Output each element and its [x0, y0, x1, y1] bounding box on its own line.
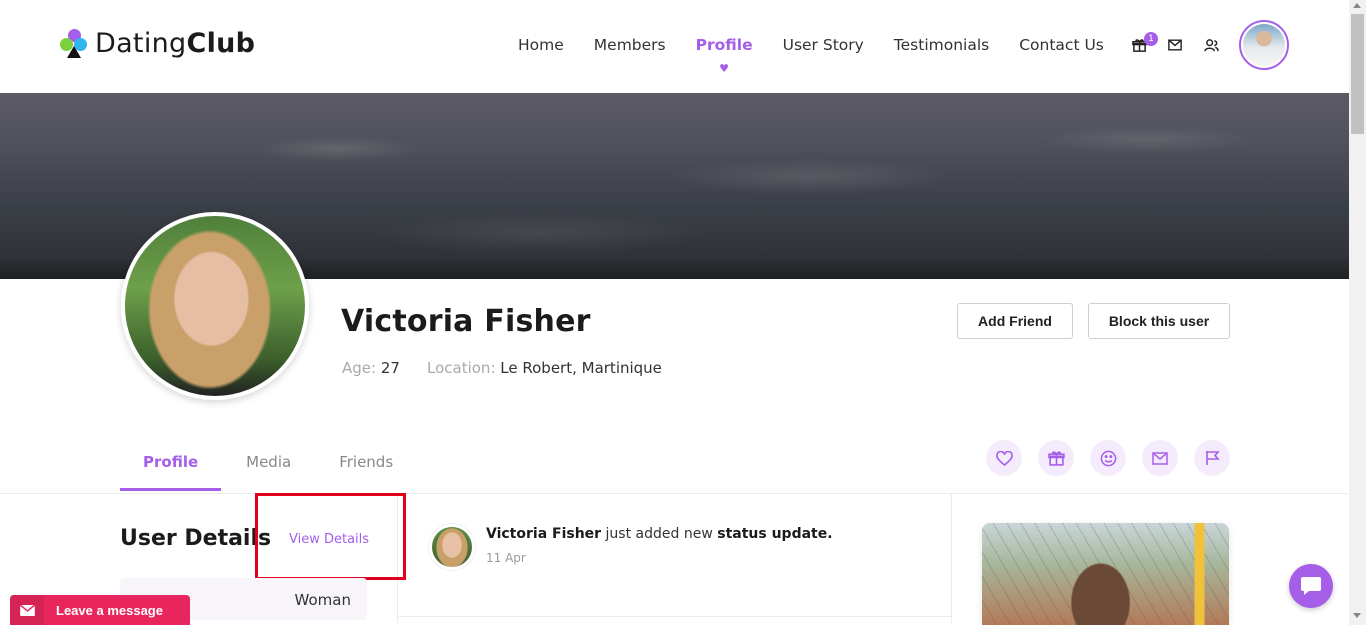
smile-icon[interactable]: [1090, 440, 1126, 476]
nav-active-heart-icon: ♥: [719, 62, 730, 75]
profile-photo: [121, 212, 309, 400]
chat-icon: [1301, 577, 1321, 595]
scroll-up-arrow-icon[interactable]: [1353, 3, 1361, 8]
feed-activity-text: Victoria Fisher just added new status up…: [486, 526, 833, 542]
site-header: DatingClub Home Members Profile ♥ User St…: [0, 0, 1349, 93]
nav-testimonials[interactable]: Testimonials: [894, 36, 989, 54]
envelope-icon: [10, 595, 44, 625]
member-photo-card[interactable]: [982, 523, 1229, 625]
feed-author[interactable]: Victoria Fisher: [486, 526, 601, 542]
tabs-divider: [0, 493, 1349, 494]
logo-text: DatingClub: [95, 28, 256, 59]
nav-user-story[interactable]: User Story: [783, 36, 864, 54]
gender-value: Woman: [294, 591, 351, 609]
column-divider-right: [951, 494, 952, 625]
flag-icon[interactable]: [1194, 440, 1230, 476]
leave-message-button[interactable]: Leave a message: [10, 595, 190, 625]
nav-contact-us[interactable]: Contact Us: [1019, 36, 1104, 54]
mail-icon[interactable]: [1167, 37, 1183, 53]
logo[interactable]: DatingClub: [60, 28, 255, 59]
heart-icon[interactable]: [986, 440, 1022, 476]
feed-avatar[interactable]: [429, 524, 475, 570]
nav-home[interactable]: Home: [518, 36, 564, 54]
page-scrollbar[interactable]: [1349, 0, 1366, 625]
logo-mark-icon: [60, 28, 88, 59]
user-avatar[interactable]: [1239, 20, 1289, 70]
chat-bubble-button[interactable]: [1289, 564, 1333, 608]
profile-name: Victoria Fisher: [341, 304, 591, 339]
profile-age: Age: 27: [342, 359, 400, 377]
highlight-box: [255, 493, 406, 580]
tab-media[interactable]: Media: [223, 450, 314, 491]
profile-location: Location: Le Robert, Martinique: [427, 359, 662, 377]
nav-profile[interactable]: Profile ♥: [696, 36, 753, 75]
block-user-button[interactable]: Block this user: [1088, 303, 1230, 339]
main-nav: Home Members Profile ♥ User Story Testimo…: [518, 36, 1134, 75]
gift-icon[interactable]: [1038, 440, 1074, 476]
scroll-down-arrow-icon[interactable]: [1353, 613, 1361, 618]
feed-date: 11 Apr: [486, 551, 526, 565]
users-icon[interactable]: [1203, 37, 1219, 53]
feed-divider: [398, 616, 951, 617]
gift-count-badge: 1: [1144, 32, 1158, 46]
user-details-title: User Details: [120, 526, 272, 551]
scroll-thumb[interactable]: [1351, 14, 1364, 134]
tab-friends[interactable]: Friends: [316, 450, 416, 491]
nav-members[interactable]: Members: [594, 36, 666, 54]
mail-icon[interactable]: [1142, 440, 1178, 476]
profile-tabs: Profile Media Friends: [120, 450, 418, 491]
add-friend-button[interactable]: Add Friend: [957, 303, 1073, 339]
tab-profile[interactable]: Profile: [120, 450, 222, 491]
